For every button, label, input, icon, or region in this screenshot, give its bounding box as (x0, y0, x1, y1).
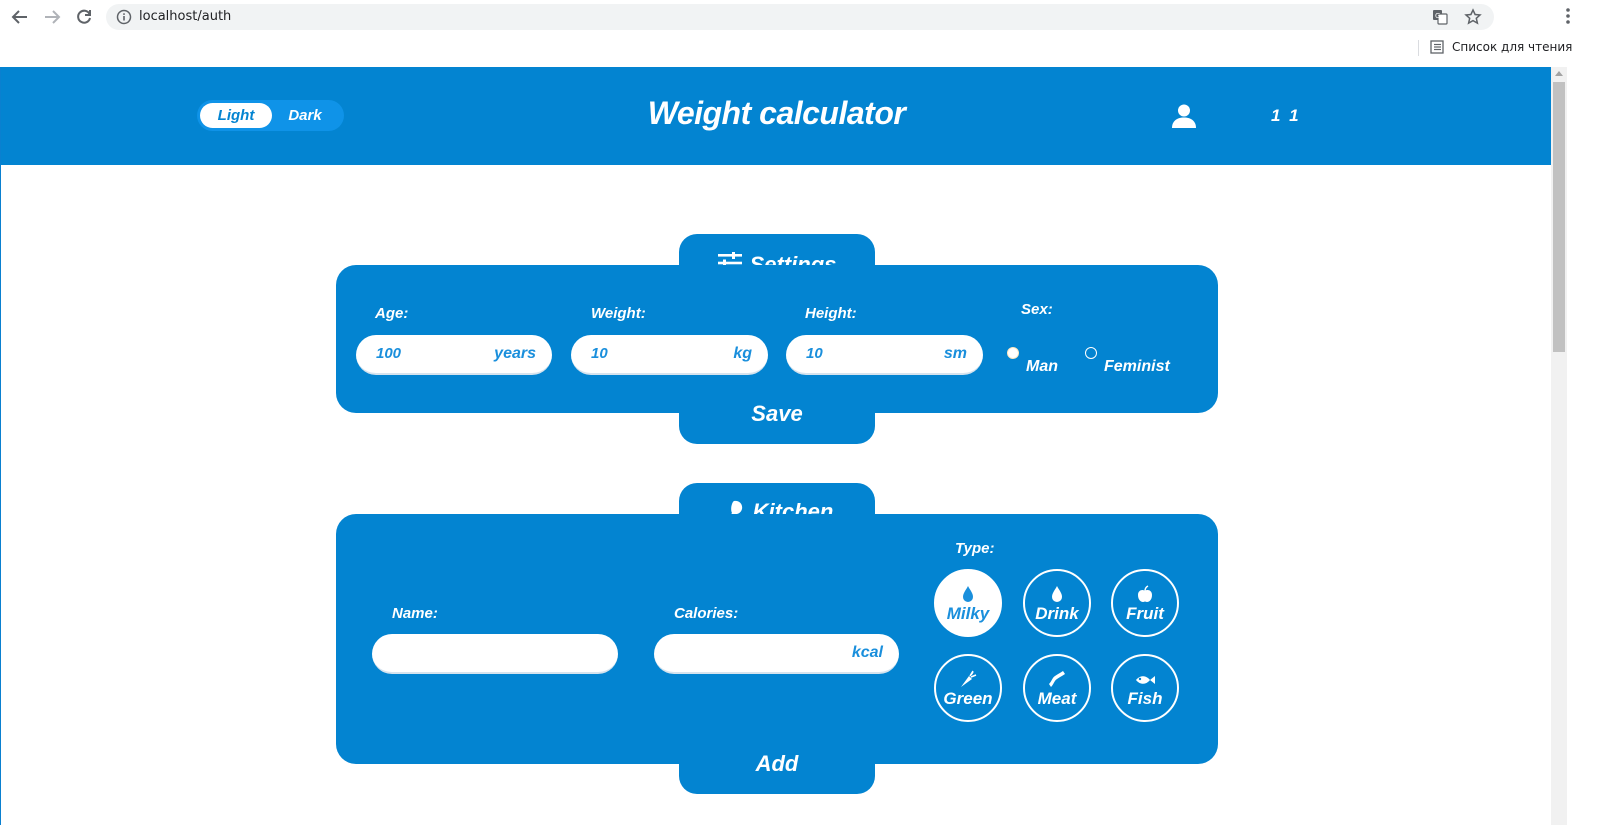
age-value[interactable]: 100 (376, 345, 401, 362)
reading-list-icon (1430, 40, 1444, 54)
height-value[interactable]: 10 (806, 345, 823, 362)
arrow-left-icon (11, 10, 27, 24)
age-unit: years (494, 345, 536, 362)
user-icon[interactable] (1171, 103, 1197, 129)
fish-icon (1134, 668, 1156, 688)
sex-feminist-radio[interactable] (1085, 347, 1097, 359)
age-field[interactable]: 100 years (356, 335, 552, 375)
type-green-label: Green (943, 688, 993, 708)
arrow-right-icon (45, 10, 61, 24)
settings-card: Age: 100 years Weight: 10 kg Height: 10 … (336, 265, 1218, 413)
weight-field[interactable]: 10 kg (571, 335, 768, 375)
browser-chrome: localhost/auth G Список для чтения (0, 0, 1599, 67)
sex-feminist-label[interactable]: Feminist (1104, 358, 1170, 376)
calories-unit: kcal (851, 644, 883, 661)
url-text[interactable]: localhost/auth (139, 9, 231, 24)
forward-button[interactable] (40, 5, 64, 29)
back-button[interactable] (8, 5, 32, 29)
type-fruit-button[interactable]: Fruit (1111, 569, 1179, 637)
page-title: Weight calculator (647, 95, 906, 131)
add-button[interactable]: Add (679, 751, 875, 777)
apple-icon (1136, 583, 1154, 603)
height-unit: sm (943, 345, 967, 362)
weight-value[interactable]: 10 (591, 345, 608, 362)
save-button[interactable]: Save (679, 401, 875, 427)
type-meat-button[interactable]: Meat (1023, 654, 1091, 722)
window-edge (1567, 67, 1599, 825)
address-bar[interactable]: localhost/auth G (106, 4, 1494, 30)
name-label: Name: (392, 605, 438, 622)
svg-text:G: G (1435, 12, 1440, 20)
type-milky-label: Milky (946, 603, 990, 623)
weight-label: Weight: (591, 305, 646, 322)
carrot-icon (959, 668, 977, 688)
sex-man-radio[interactable] (1007, 347, 1019, 359)
reload-button[interactable] (72, 5, 96, 29)
page-viewport: Light Dark Weight calculator 1 1 Setting… (0, 67, 1551, 825)
reload-icon (77, 9, 91, 24)
sex-man-label[interactable]: Man (1026, 358, 1058, 376)
app-header: Light Dark Weight calculator 1 1 (1, 67, 1551, 165)
type-label: Type: (955, 540, 995, 557)
type-drink-label: Drink (1035, 603, 1079, 623)
age-label: Age: (375, 305, 409, 322)
drop-icon (1050, 583, 1064, 603)
bookmarks-separator (1418, 40, 1419, 56)
kitchen-card: Name: Calories: kcal Type: Milky Drink F… (336, 514, 1218, 764)
scroll-up-arrow-icon[interactable] (1555, 71, 1563, 76)
translate-icon[interactable]: G (1432, 9, 1448, 25)
user-name[interactable]: 1 1 (1271, 106, 1301, 126)
bacon-icon (1047, 668, 1067, 688)
sex-label: Sex: (1021, 301, 1053, 318)
weight-unit: kg (733, 345, 752, 362)
name-field[interactable] (372, 634, 618, 674)
menu-dots-icon[interactable] (1566, 7, 1570, 25)
type-drink-button[interactable]: Drink (1023, 569, 1091, 637)
milk-drop-icon (961, 583, 975, 603)
type-meat-label: Meat (1037, 688, 1077, 708)
type-fish-label: Fish (1127, 688, 1163, 708)
type-green-button[interactable]: Green (934, 654, 1002, 722)
height-field[interactable]: 10 sm (786, 335, 983, 375)
reading-list-button[interactable]: Список для чтения (1430, 40, 1572, 54)
star-icon[interactable] (1464, 8, 1482, 26)
info-icon[interactable] (116, 9, 132, 25)
type-milky-button[interactable]: Milky (934, 569, 1002, 637)
height-label: Height: (805, 305, 857, 322)
type-fish-button[interactable]: Fish (1111, 654, 1179, 722)
scrollbar-thumb[interactable] (1553, 82, 1565, 352)
calories-label: Calories: (674, 605, 739, 622)
page-scrollbar[interactable] (1551, 67, 1567, 825)
calories-field[interactable]: kcal (654, 634, 899, 674)
type-fruit-label: Fruit (1126, 603, 1164, 623)
reading-list-label: Список для чтения (1452, 40, 1573, 54)
